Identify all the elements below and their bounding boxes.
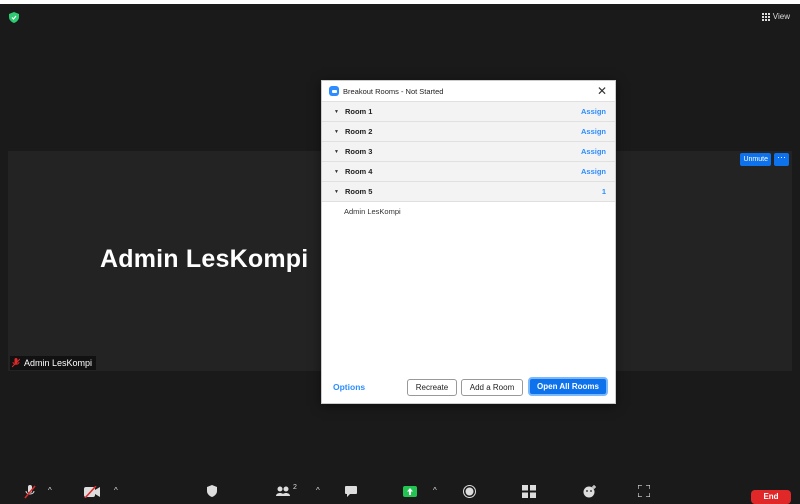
- assign-link[interactable]: Assign: [581, 147, 606, 156]
- participant-name-label: Admin LesKompi: [24, 358, 93, 368]
- room-name: Room 1: [344, 107, 373, 116]
- room-name: Room 4: [344, 167, 373, 176]
- more-options-button[interactable]: ···: [774, 153, 789, 166]
- room-row[interactable]: ▼ Room 3 Assign: [322, 141, 615, 161]
- room-name: Room 2: [344, 127, 373, 136]
- options-link[interactable]: Options: [333, 382, 365, 392]
- muted-mic-icon: [12, 358, 20, 368]
- room-name: Room 5: [344, 187, 373, 196]
- muted-mic-icon[interactable]: [24, 485, 36, 499]
- caret-down-icon: ▼: [334, 188, 339, 195]
- caret-down-icon: ▼: [334, 128, 339, 135]
- record-icon[interactable]: [463, 485, 476, 498]
- caret-down-icon: ▼: [334, 108, 339, 115]
- caret-down-icon: ▼: [334, 168, 339, 175]
- room-row[interactable]: ▼ Room 4 Assign: [322, 161, 615, 181]
- breakout-rooms-icon[interactable]: [522, 485, 536, 498]
- chevron-up-icon[interactable]: ^: [48, 486, 52, 495]
- participant-name-tag: Admin LesKompi: [10, 356, 97, 370]
- share-screen-icon[interactable]: [403, 486, 417, 497]
- room-row[interactable]: ▼ Room 1 Assign: [322, 101, 615, 121]
- assign-link[interactable]: Assign: [581, 107, 606, 116]
- view-label: View: [772, 12, 790, 21]
- participants-icon[interactable]: [276, 486, 290, 496]
- chevron-up-icon[interactable]: ^: [114, 486, 118, 495]
- participant-display-name: Admin LesKompi: [100, 245, 309, 273]
- unmute-button[interactable]: Unmute: [740, 153, 771, 166]
- participants-count: 2: [293, 484, 297, 491]
- dialog-title: Breakout Rooms - Not Started: [343, 86, 444, 96]
- add-room-button[interactable]: Add a Room: [461, 379, 523, 396]
- breakout-rooms-dialog: Breakout Rooms - Not Started ✕ ▼ Room 1 As…: [321, 80, 616, 404]
- stopped-video-icon[interactable]: [84, 486, 100, 498]
- dialog-header: Breakout Rooms - Not Started ✕: [322, 81, 615, 101]
- room-row[interactable]: ▼ Room 5 1: [322, 181, 615, 201]
- view-button[interactable]: View: [761, 12, 790, 21]
- zoom-logo-icon: [329, 86, 339, 96]
- grid-view-icon: [761, 12, 770, 21]
- reactions-icon[interactable]: [583, 485, 597, 498]
- chat-icon[interactable]: [345, 486, 357, 497]
- top-edge: [0, 0, 800, 4]
- chevron-up-icon[interactable]: ^: [316, 486, 320, 495]
- assign-link[interactable]: Assign: [581, 167, 606, 176]
- chevron-up-icon[interactable]: ^: [433, 486, 437, 495]
- dialog-footer: Options Recreate Add a Room Open All Roo…: [322, 372, 615, 403]
- room-row[interactable]: ▼ Room 2 Assign: [322, 121, 615, 141]
- meeting-toolbar: ^ ^ 2 ^ ^: [0, 478, 800, 500]
- apps-icon[interactable]: [638, 485, 650, 497]
- assign-link[interactable]: Assign: [581, 127, 606, 136]
- room-member[interactable]: Admin LesKompi: [322, 201, 615, 216]
- member-count: 1: [601, 187, 606, 196]
- open-all-rooms-button[interactable]: Open All Rooms: [528, 377, 608, 396]
- caret-down-icon: ▼: [334, 148, 339, 155]
- close-icon[interactable]: ✕: [597, 84, 607, 98]
- security-icon[interactable]: [207, 485, 217, 497]
- room-name: Room 3: [344, 147, 373, 156]
- security-shield-icon: [9, 12, 19, 23]
- recreate-button[interactable]: Recreate: [407, 379, 457, 396]
- end-meeting-button[interactable]: End: [751, 490, 791, 504]
